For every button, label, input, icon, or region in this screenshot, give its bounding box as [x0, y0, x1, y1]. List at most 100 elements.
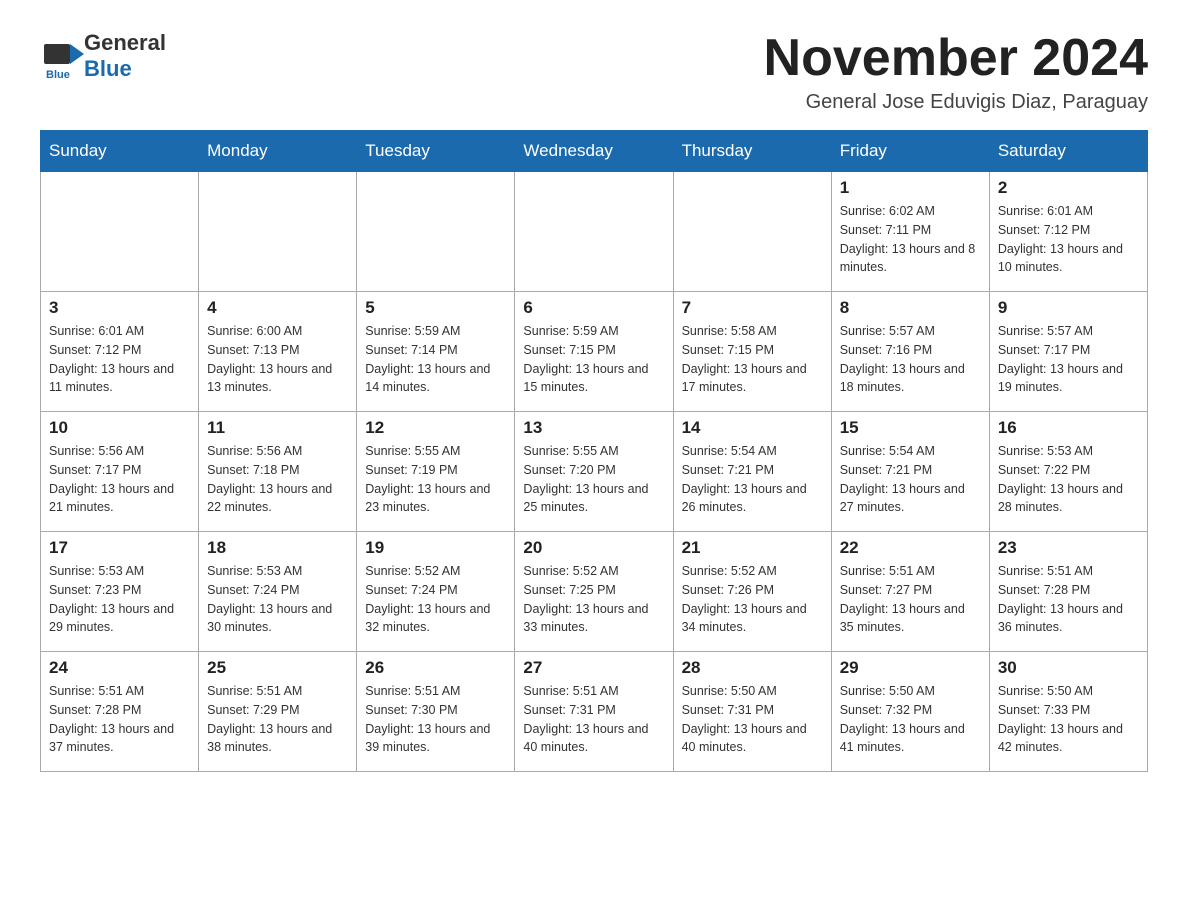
day-number: 17 — [49, 538, 190, 558]
day-info: Sunrise: 5:54 AM Sunset: 7:21 PM Dayligh… — [840, 442, 981, 517]
calendar-cell: 11Sunrise: 5:56 AM Sunset: 7:18 PM Dayli… — [199, 412, 357, 532]
calendar-cell — [357, 172, 515, 292]
calendar-table: SundayMondayTuesdayWednesdayThursdayFrid… — [40, 130, 1148, 772]
day-info: Sunrise: 5:50 AM Sunset: 7:31 PM Dayligh… — [682, 682, 823, 757]
calendar-cell: 27 Sunrise: 5:51 AM Sunset: 7:31 PM Dayli… — [515, 652, 673, 772]
day-number: 25 — [207, 658, 348, 678]
calendar-cell: 19Sunrise: 5:52 AM Sunset: 7:24 PM Dayli… — [357, 532, 515, 652]
day-number: 20 — [523, 538, 664, 558]
day-info: Sunrise: 5:51 AM Sunset: 7:28 PM Dayligh… — [998, 562, 1139, 637]
calendar-cell: 18 Sunrise: 5:53 AM Sunset: 7:24 PM Dayli… — [199, 532, 357, 652]
title-block: November 2024 General Jose Eduvigis Diaz… — [764, 30, 1148, 114]
day-info: Sunrise: 5:52 AM Sunset: 7:24 PM Dayligh… — [365, 562, 506, 637]
day-number: 9 — [998, 298, 1139, 318]
calendar-cell: 26 Sunrise: 5:51 AM Sunset: 7:30 PM Dayli… — [357, 652, 515, 772]
calendar-cell: 6 Sunrise: 5:59 AM Sunset: 7:15 PM Daylig… — [515, 292, 673, 412]
day-info: Sunrise: 6:02 AM Sunset: 7:11 PM Dayligh… — [840, 202, 981, 277]
day-number: 1 — [840, 178, 981, 198]
location-subtitle: General Jose Eduvigis Diaz, Paraguay — [764, 91, 1148, 114]
day-info: Sunrise: 5:51 AM Sunset: 7:29 PM Dayligh… — [207, 682, 348, 757]
day-number: 14 — [682, 418, 823, 438]
calendar-cell: 3 Sunrise: 6:01 AM Sunset: 7:12 PM Daylig… — [41, 292, 199, 412]
calendar-cell: 24Sunrise: 5:51 AM Sunset: 7:28 PM Dayli… — [41, 652, 199, 772]
day-info: Sunrise: 5:56 AM Sunset: 7:17 PM Dayligh… — [49, 442, 190, 517]
day-number: 4 — [207, 298, 348, 318]
day-number: 26 — [365, 658, 506, 678]
weekday-header-friday: Friday — [831, 131, 989, 172]
page-header: Blue General Blue November 2024 General … — [40, 30, 1148, 114]
day-info: Sunrise: 5:53 AM Sunset: 7:24 PM Dayligh… — [207, 562, 348, 637]
calendar-week-1: 1 Sunrise: 6:02 AM Sunset: 7:11 PM Daylig… — [41, 172, 1148, 292]
calendar-cell: 12Sunrise: 5:55 AM Sunset: 7:19 PM Dayli… — [357, 412, 515, 532]
day-number: 7 — [682, 298, 823, 318]
day-info: Sunrise: 5:55 AM Sunset: 7:19 PM Dayligh… — [365, 442, 506, 517]
month-title: November 2024 — [764, 30, 1148, 87]
calendar-cell: 5Sunrise: 5:59 AM Sunset: 7:14 PM Daylig… — [357, 292, 515, 412]
calendar-week-5: 24Sunrise: 5:51 AM Sunset: 7:28 PM Dayli… — [41, 652, 1148, 772]
logo-text: General Blue — [84, 30, 166, 82]
calendar-cell: 13Sunrise: 5:55 AM Sunset: 7:20 PM Dayli… — [515, 412, 673, 532]
calendar-cell: 29 Sunrise: 5:50 AM Sunset: 7:32 PM Dayli… — [831, 652, 989, 772]
day-info: Sunrise: 6:01 AM Sunset: 7:12 PM Dayligh… — [49, 322, 190, 397]
weekday-header-wednesday: Wednesday — [515, 131, 673, 172]
calendar-cell: 15 Sunrise: 5:54 AM Sunset: 7:21 PM Dayli… — [831, 412, 989, 532]
day-number: 3 — [49, 298, 190, 318]
day-info: Sunrise: 5:57 AM Sunset: 7:16 PM Dayligh… — [840, 322, 981, 397]
day-info: Sunrise: 5:52 AM Sunset: 7:26 PM Dayligh… — [682, 562, 823, 637]
day-number: 13 — [523, 418, 664, 438]
day-info: Sunrise: 6:01 AM Sunset: 7:12 PM Dayligh… — [998, 202, 1139, 277]
calendar-cell: 14 Sunrise: 5:54 AM Sunset: 7:21 PM Dayli… — [673, 412, 831, 532]
calendar-cell: 23 Sunrise: 5:51 AM Sunset: 7:28 PM Dayli… — [989, 532, 1147, 652]
day-number: 27 — [523, 658, 664, 678]
calendar-cell: 22 Sunrise: 5:51 AM Sunset: 7:27 PM Dayli… — [831, 532, 989, 652]
day-number: 16 — [998, 418, 1139, 438]
day-number: 18 — [207, 538, 348, 558]
day-info: Sunrise: 5:57 AM Sunset: 7:17 PM Dayligh… — [998, 322, 1139, 397]
day-info: Sunrise: 6:00 AM Sunset: 7:13 PM Dayligh… — [207, 322, 348, 397]
day-number: 2 — [998, 178, 1139, 198]
calendar-cell: 25 Sunrise: 5:51 AM Sunset: 7:29 PM Dayli… — [199, 652, 357, 772]
calendar-cell: 1 Sunrise: 6:02 AM Sunset: 7:11 PM Daylig… — [831, 172, 989, 292]
weekday-header-tuesday: Tuesday — [357, 131, 515, 172]
day-info: Sunrise: 5:53 AM Sunset: 7:23 PM Dayligh… — [49, 562, 190, 637]
day-info: Sunrise: 5:59 AM Sunset: 7:15 PM Dayligh… — [523, 322, 664, 397]
day-number: 5 — [365, 298, 506, 318]
calendar-cell: 30 Sunrise: 5:50 AM Sunset: 7:33 PM Dayli… — [989, 652, 1147, 772]
day-info: Sunrise: 5:50 AM Sunset: 7:32 PM Dayligh… — [840, 682, 981, 757]
calendar-cell: 10 Sunrise: 5:56 AM Sunset: 7:17 PM Dayli… — [41, 412, 199, 532]
day-info: Sunrise: 5:51 AM Sunset: 7:30 PM Dayligh… — [365, 682, 506, 757]
day-info: Sunrise: 5:54 AM Sunset: 7:21 PM Dayligh… — [682, 442, 823, 517]
calendar-cell: 2 Sunrise: 6:01 AM Sunset: 7:12 PM Daylig… — [989, 172, 1147, 292]
day-info: Sunrise: 5:51 AM Sunset: 7:27 PM Dayligh… — [840, 562, 981, 637]
day-number: 24 — [49, 658, 190, 678]
calendar-week-2: 3 Sunrise: 6:01 AM Sunset: 7:12 PM Daylig… — [41, 292, 1148, 412]
day-info: Sunrise: 5:52 AM Sunset: 7:25 PM Dayligh… — [523, 562, 664, 637]
weekday-header-sunday: Sunday — [41, 131, 199, 172]
day-number: 8 — [840, 298, 981, 318]
calendar-cell: 20 Sunrise: 5:52 AM Sunset: 7:25 PM Dayli… — [515, 532, 673, 652]
day-number: 21 — [682, 538, 823, 558]
calendar-cell: 28 Sunrise: 5:50 AM Sunset: 7:31 PM Dayli… — [673, 652, 831, 772]
day-number: 23 — [998, 538, 1139, 558]
logo-icon: Blue — [40, 36, 80, 76]
calendar-cell: 21 Sunrise: 5:52 AM Sunset: 7:26 PM Dayli… — [673, 532, 831, 652]
day-number: 15 — [840, 418, 981, 438]
calendar-cell: 4 Sunrise: 6:00 AM Sunset: 7:13 PM Daylig… — [199, 292, 357, 412]
calendar-cell — [673, 172, 831, 292]
day-info: Sunrise: 5:51 AM Sunset: 7:31 PM Dayligh… — [523, 682, 664, 757]
day-number: 6 — [523, 298, 664, 318]
day-info: Sunrise: 5:50 AM Sunset: 7:33 PM Dayligh… — [998, 682, 1139, 757]
day-number: 22 — [840, 538, 981, 558]
day-number: 30 — [998, 658, 1139, 678]
day-number: 10 — [49, 418, 190, 438]
calendar-cell — [199, 172, 357, 292]
day-info: Sunrise: 5:53 AM Sunset: 7:22 PM Dayligh… — [998, 442, 1139, 517]
day-number: 29 — [840, 658, 981, 678]
calendar-cell: 7Sunrise: 5:58 AM Sunset: 7:15 PM Daylig… — [673, 292, 831, 412]
calendar-cell — [515, 172, 673, 292]
day-number: 28 — [682, 658, 823, 678]
calendar-cell — [41, 172, 199, 292]
weekday-header-thursday: Thursday — [673, 131, 831, 172]
weekday-header-monday: Monday — [199, 131, 357, 172]
calendar-week-3: 10 Sunrise: 5:56 AM Sunset: 7:17 PM Dayli… — [41, 412, 1148, 532]
